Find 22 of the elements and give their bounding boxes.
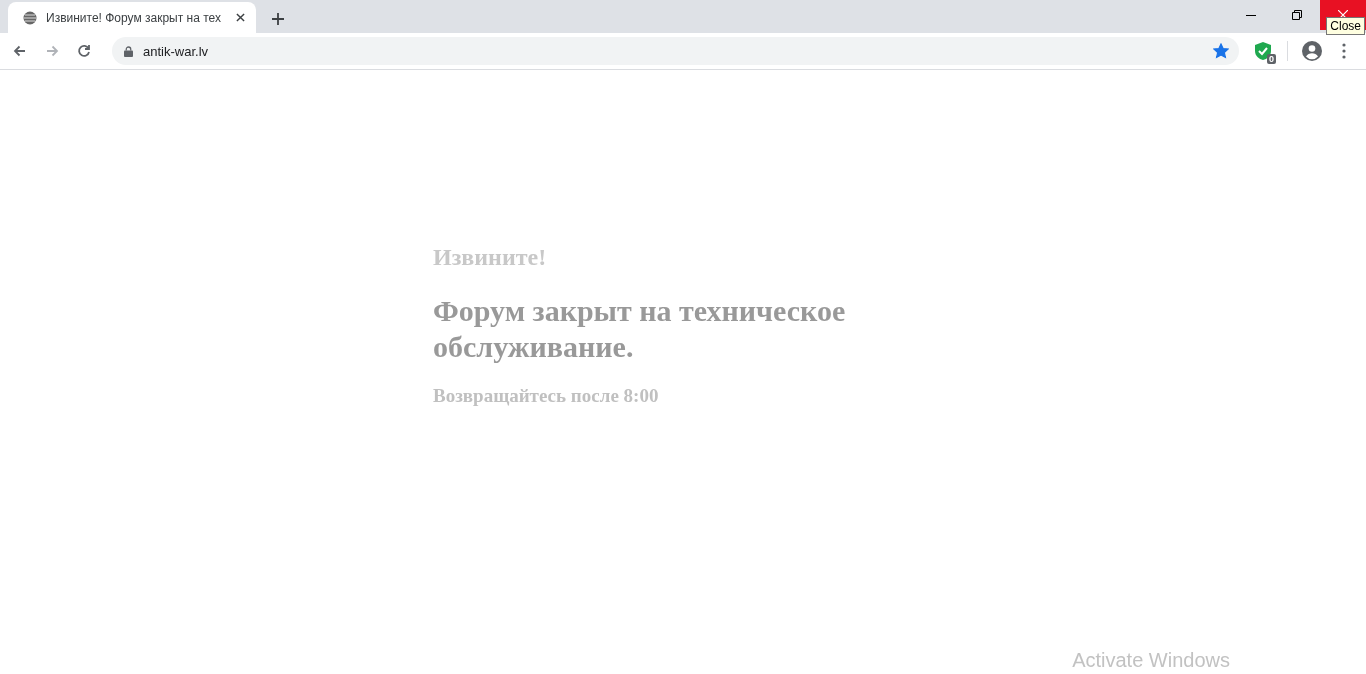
forward-arrow-icon <box>44 43 60 59</box>
tooltip: Close <box>1326 17 1365 35</box>
plus-icon <box>272 13 284 25</box>
new-tab-button[interactable] <box>270 11 286 27</box>
url-field[interactable]: antik-war.lv <box>143 43 1203 59</box>
reload-icon <box>76 43 92 59</box>
extension-badge: 0 <box>1267 54 1276 64</box>
menu-icon <box>1342 43 1346 59</box>
shield-check-icon <box>1255 42 1271 60</box>
globe-icon <box>22 9 38 26</box>
extension-button[interactable]: 0 <box>1249 37 1277 65</box>
tab-title: Извините! Форум закрыт на тех <box>46 10 222 25</box>
close-icon <box>235 13 245 22</box>
return-time-note: Возвращайтесь после 8:00 <box>433 385 660 407</box>
minimize-icon <box>1246 14 1256 16</box>
browser-tab[interactable]: Извините! Форум закрыт на тех <box>8 2 256 33</box>
account-icon <box>1302 41 1322 61</box>
activation-notice: Activate Windows <box>1072 649 1230 672</box>
restore-icon <box>1292 10 1302 20</box>
maintenance-heading: Форум закрыт на техническое обслуживание. <box>433 293 847 365</box>
back-arrow-icon <box>12 43 28 59</box>
address-bar[interactable]: antik-war.lv <box>112 37 1239 65</box>
